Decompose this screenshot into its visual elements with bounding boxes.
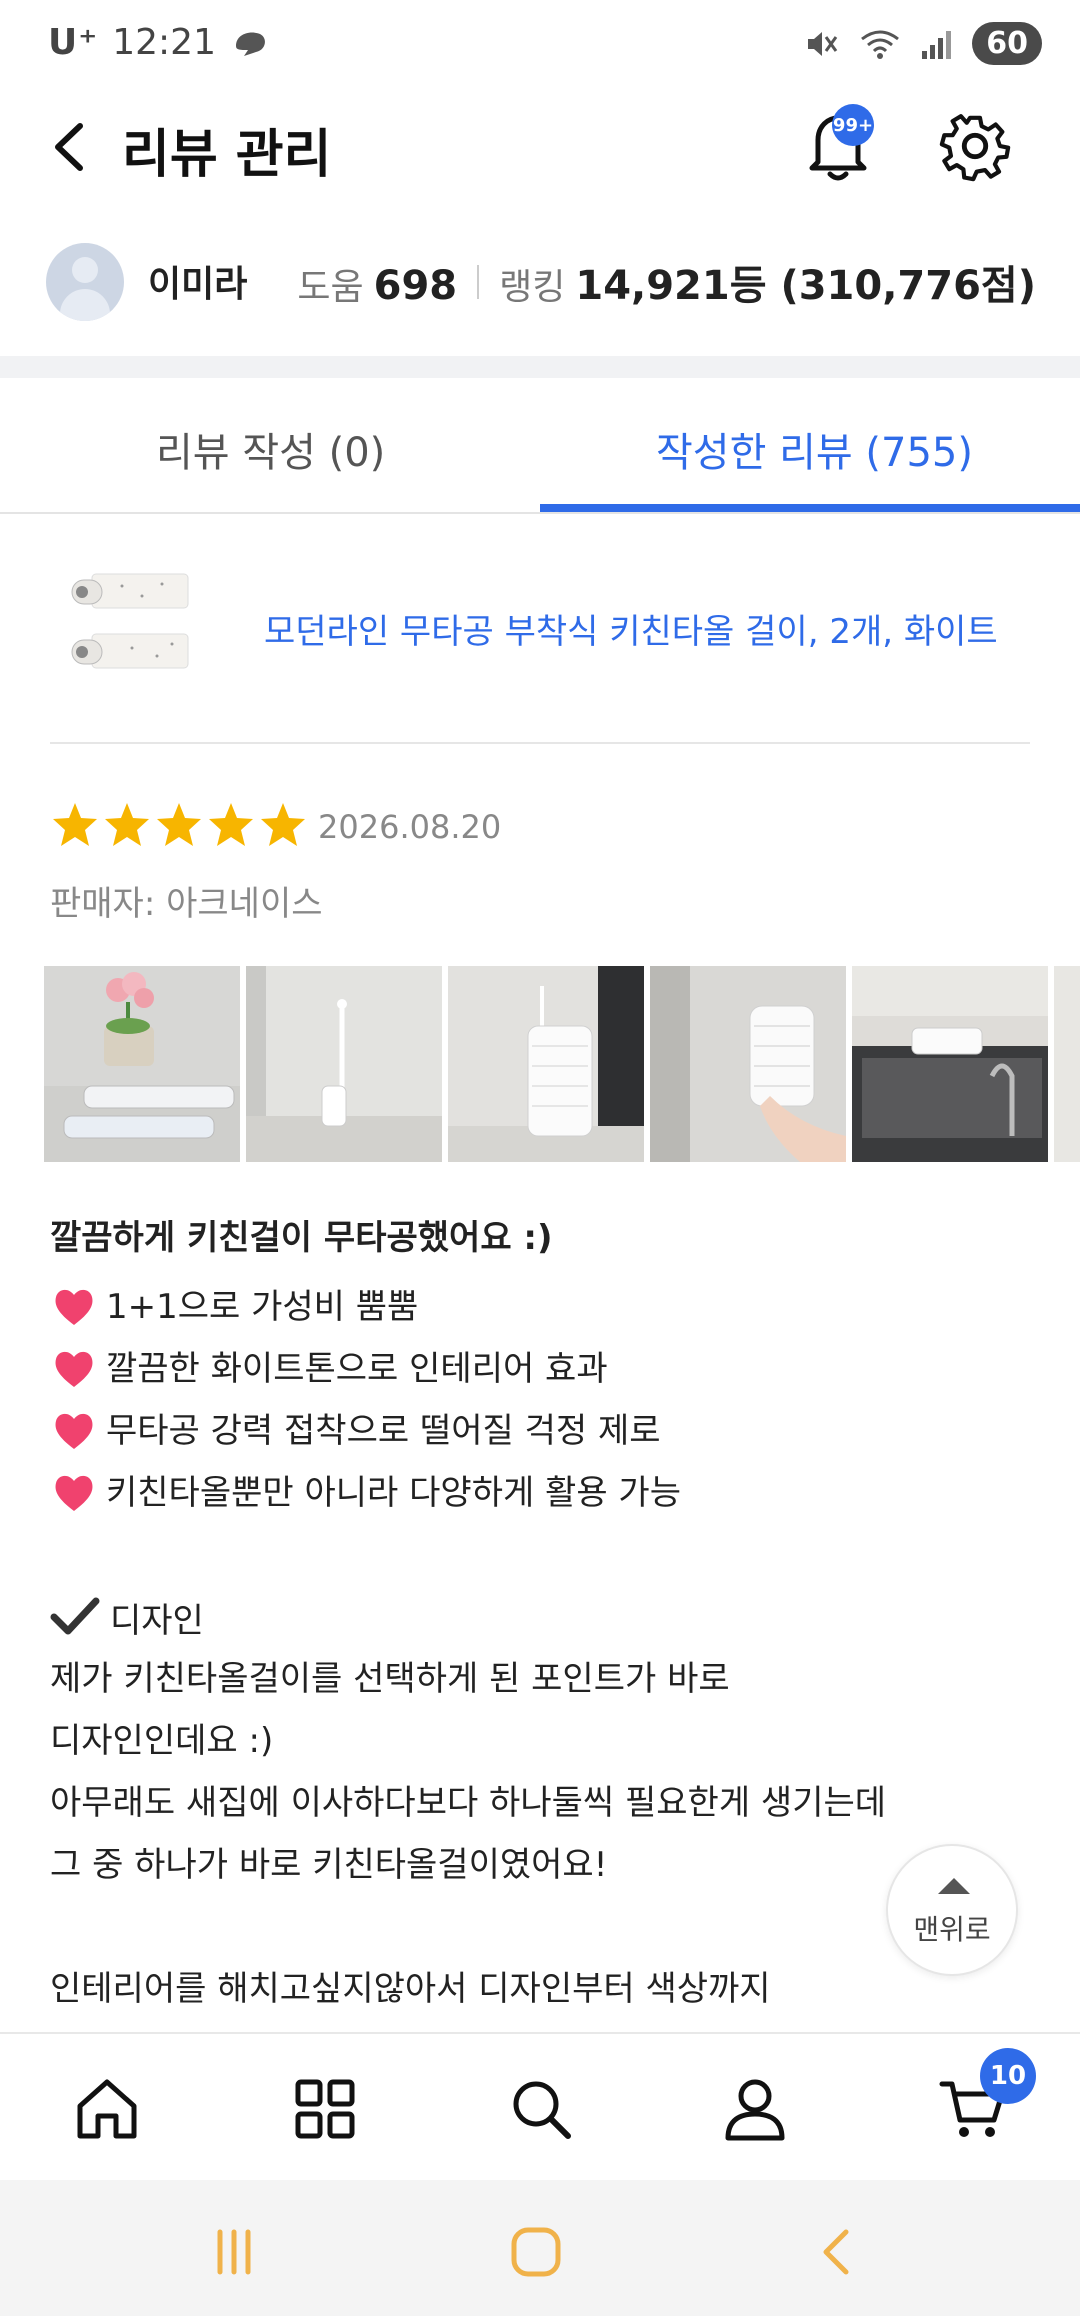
heart-icon <box>55 1413 93 1449</box>
tab-written-reviews[interactable]: 작성한 리뷰 (755) <box>656 420 973 478</box>
avatar-body <box>60 289 110 321</box>
rank-value: 14,921등 (310,776점) <box>575 263 1036 309</box>
review-bullet: 무타공 강력 접착으로 떨어질 걱정 제로 <box>50 1400 1030 1462</box>
status-right: 60 <box>804 22 1042 65</box>
messenger-icon <box>235 32 265 56</box>
back-button[interactable] <box>40 112 100 182</box>
active-tab-indicator <box>540 504 1080 512</box>
review-tabs: 리뷰 작성 (0) 작성한 리뷰 (755) <box>0 378 1080 514</box>
person-icon[interactable] <box>720 2074 790 2144</box>
page-title: 리뷰 관리 <box>122 125 332 185</box>
settings-gear-icon[interactable] <box>936 106 1014 186</box>
scroll-to-top-button[interactable]: 맨위로 <box>886 1844 1018 1976</box>
heart-icon <box>55 1475 93 1511</box>
product-row[interactable]: 모던라인 무타공 부착식 키친타올 걸이, 2개, 화이트 <box>50 556 1030 706</box>
home-icon[interactable] <box>72 2074 142 2144</box>
heart-icon <box>55 1289 93 1325</box>
stats-divider <box>477 265 480 299</box>
review-headline: 깔끔하게 키친걸이 무타공했어요 :) <box>50 1218 553 1258</box>
bullet-text: 키친타올뿐만 아니라 다양하게 활용 가능 <box>106 1473 681 1513</box>
review-photo[interactable] <box>44 966 240 1162</box>
review-bullet: 1+1으로 가성비 뿜뿜 <box>50 1276 1030 1338</box>
review-photo[interactable] <box>852 966 1048 1162</box>
section-divider <box>0 356 1080 378</box>
bullet-text: 깔끔한 화이트톤으로 인테리어 효과 <box>106 1349 608 1389</box>
star-icon <box>261 803 305 846</box>
avatar-head <box>72 257 98 283</box>
app-header: 리뷰 관리 99+ <box>0 90 1080 200</box>
review-content: 깔끔하게 키친걸이 무타공했어요 :) 1+1으로 가성비 뿜뿜 깔끔한 화이트… <box>50 1214 1030 2020</box>
review-photo-partial[interactable] <box>1054 966 1080 1162</box>
system-navigation-bar <box>0 2180 1080 2316</box>
battery-indicator: 60 <box>972 22 1042 65</box>
paragraph-line: 그 중 하나가 바로 키친타올걸이였어요! <box>50 1845 608 1885</box>
grid-icon[interactable] <box>290 2074 360 2144</box>
carrier-label: U⁺ <box>48 22 99 63</box>
bullet-text: 1+1으로 가성비 뿜뿜 <box>106 1287 419 1327</box>
mute-icon <box>808 31 838 56</box>
recent-apps-icon[interactable] <box>204 2222 264 2282</box>
bottom-navigation <box>0 2032 1080 2180</box>
rating-stars <box>50 800 308 850</box>
product-name-link[interactable]: 모던라인 무타공 부착식 키친타올 걸이, 2개, 화이트 <box>264 604 998 653</box>
home-button-icon[interactable] <box>506 2222 566 2282</box>
status-left: U⁺ 12:21 <box>48 22 270 63</box>
back-nav-icon[interactable] <box>808 2222 868 2282</box>
status-bar: U⁺ 12:21 60 <box>0 0 1080 90</box>
review-photo[interactable] <box>650 966 846 1162</box>
review-photo[interactable] <box>448 966 644 1162</box>
star-icon <box>53 803 97 846</box>
tab-write-review[interactable]: 리뷰 작성 (0) <box>156 420 385 478</box>
checkmark-icon <box>50 1597 100 1635</box>
help-count: 698 <box>373 263 458 309</box>
rank-label: 랭킹 <box>499 267 566 308</box>
paragraph-line: 디자인인데요 :) <box>50 1721 274 1761</box>
paragraph-line: 아무래도 새집에 이사하다보다 하나둘씩 필요한게 생기는데 <box>50 1783 887 1823</box>
bullet-text: 무타공 강력 접착으로 떨어질 걱정 제로 <box>106 1411 661 1451</box>
cart-badge: 10 <box>980 2048 1036 2104</box>
seller-name: 판매자: 아크네이스 <box>50 884 323 924</box>
paragraph-line: 제가 키친타올걸이를 선택하게 된 포인트가 바로 <box>50 1659 730 1699</box>
review-bullet: 키친타올뿐만 아니라 다양하게 활용 가능 <box>50 1462 1030 1524</box>
review-photo[interactable] <box>246 966 442 1162</box>
product-divider <box>50 742 1030 744</box>
heart-icon <box>55 1351 93 1387</box>
paragraph-line: 인테리어를 해치고싶지않아서 디자인부터 색상까지 <box>50 1969 771 2009</box>
product-thumbnail[interactable] <box>62 556 202 698</box>
review-bullet: 깔끔한 화이트톤으로 인테리어 효과 <box>50 1338 1030 1400</box>
wifi-icon <box>861 30 900 59</box>
profile-summary: 이미라 도움 698 랭킹 14,921등 (310,776점) <box>0 225 1080 340</box>
avatar[interactable] <box>46 243 124 321</box>
status-time: 12:21 <box>112 22 216 63</box>
help-label: 도움 <box>297 267 364 308</box>
profile-stats: 도움 698 랭킹 14,921등 (310,776점) <box>297 253 1036 311</box>
search-icon[interactable] <box>506 2074 576 2144</box>
star-icon <box>209 803 253 846</box>
section-heading: 디자인 <box>50 1586 1030 1648</box>
section-title: 디자인 <box>110 1600 204 1641</box>
review-date: 2026.08.20 <box>318 808 502 846</box>
arrow-up-icon <box>938 1878 970 1894</box>
scroll-to-top-label: 맨위로 <box>913 1913 991 1946</box>
signal-icon <box>922 30 952 59</box>
review-photos <box>44 966 1080 1164</box>
notification-badge: 99+ <box>832 104 874 146</box>
star-icon <box>105 803 149 846</box>
username: 이미라 <box>148 264 248 305</box>
star-icon <box>157 803 201 846</box>
